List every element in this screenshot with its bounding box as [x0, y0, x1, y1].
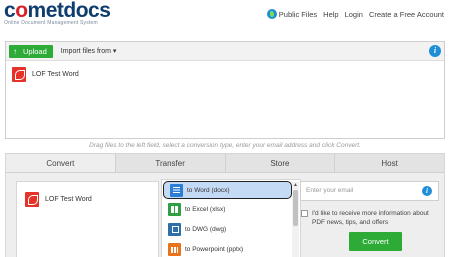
top-navigation: Public Files Help Login Create a Free Ac… — [266, 9, 444, 19]
drag-hint: Drag files to the left field, select a c… — [89, 142, 361, 149]
email-placeholder: Enter your email — [306, 187, 354, 194]
convert-file-item[interactable]: LOF Test Word — [17, 182, 158, 207]
newsletter-checkbox[interactable] — [301, 210, 308, 217]
upload-button[interactable]: ↑ Upload — [9, 44, 53, 58]
newsletter-optin-label: I'd like to receive more information abo… — [312, 210, 429, 226]
public-files-link[interactable]: Public Files — [266, 9, 318, 19]
pdf-icon — [25, 192, 39, 207]
newsletter-optin[interactable]: I'd like to receive more information abo… — [300, 209, 442, 227]
convert-button[interactable]: Convert — [349, 232, 402, 251]
convert-options: Enter your email i I'd like to receive m… — [300, 181, 442, 251]
create-account-link[interactable]: Create a Free Account — [369, 10, 444, 19]
powerpoint-icon — [168, 242, 181, 256]
email-field[interactable]: Enter your email i — [300, 181, 439, 201]
dwg-icon — [168, 222, 181, 236]
import-files-dropdown[interactable]: Import files from ▾ — [61, 47, 117, 55]
format-option-word[interactable]: to Word (docx) — [163, 181, 292, 199]
format-option-dwg[interactable]: to DWG (dwg) — [162, 219, 300, 239]
word-icon — [170, 183, 183, 197]
format-label: to DWG (dwg) — [185, 225, 227, 233]
format-option-excel[interactable]: to Excel (xlsx) — [162, 199, 300, 219]
info-icon[interactable]: i — [429, 45, 441, 57]
scroll-thumb[interactable] — [293, 190, 298, 226]
convert-file-drop-area[interactable]: LOF Test Word — [16, 181, 159, 257]
format-list-scrollbar[interactable]: ▲ — [292, 182, 299, 257]
format-label: to Powerpoint (pptx) — [185, 245, 244, 253]
upload-toolbar: ↑ Upload Import files from ▾ i — [6, 42, 444, 61]
uploaded-file-item[interactable]: LOF Test Word — [6, 61, 444, 82]
tab-convert[interactable]: Convert — [6, 154, 115, 172]
format-label: to Excel (xlsx) — [185, 205, 226, 213]
scroll-up-arrow-icon[interactable]: ▲ — [292, 182, 299, 188]
conversion-format-list[interactable]: to Word (docx) to Excel (xlsx) to DWG (d… — [161, 179, 301, 257]
globe-icon — [266, 9, 277, 19]
service-tabs-panel: Convert Transfer Store Host LOF Test Wor… — [5, 153, 445, 257]
header: cometdocs Online Document Management Sys… — [0, 0, 450, 28]
format-option-powerpoint[interactable]: to Powerpoint (pptx) — [162, 239, 300, 257]
upload-arrow-icon: ↑ — [13, 46, 17, 56]
format-label: to Word (docx) — [187, 186, 230, 194]
uploaded-file-name: LOF Test Word — [32, 71, 79, 78]
tab-transfer[interactable]: Transfer — [114, 154, 225, 172]
tab-bar: Convert Transfer Store Host — [6, 154, 444, 173]
convert-file-name: LOF Test Word — [45, 196, 92, 203]
login-link[interactable]: Login — [345, 10, 363, 19]
upload-panel: ↑ Upload Import files from ▾ i LOF Test … — [5, 41, 445, 139]
excel-icon — [168, 202, 181, 216]
tab-store[interactable]: Store — [224, 154, 335, 172]
pdf-icon — [12, 67, 26, 82]
help-link[interactable]: Help — [323, 10, 338, 19]
email-info-icon[interactable]: i — [422, 186, 432, 196]
upload-button-label: Upload — [23, 46, 47, 56]
logo-tagline: Online Document Management System — [4, 20, 98, 26]
logo[interactable]: cometdocs — [4, 0, 111, 22]
public-files-label: Public Files — [278, 9, 318, 19]
tab-host[interactable]: Host — [334, 154, 444, 172]
